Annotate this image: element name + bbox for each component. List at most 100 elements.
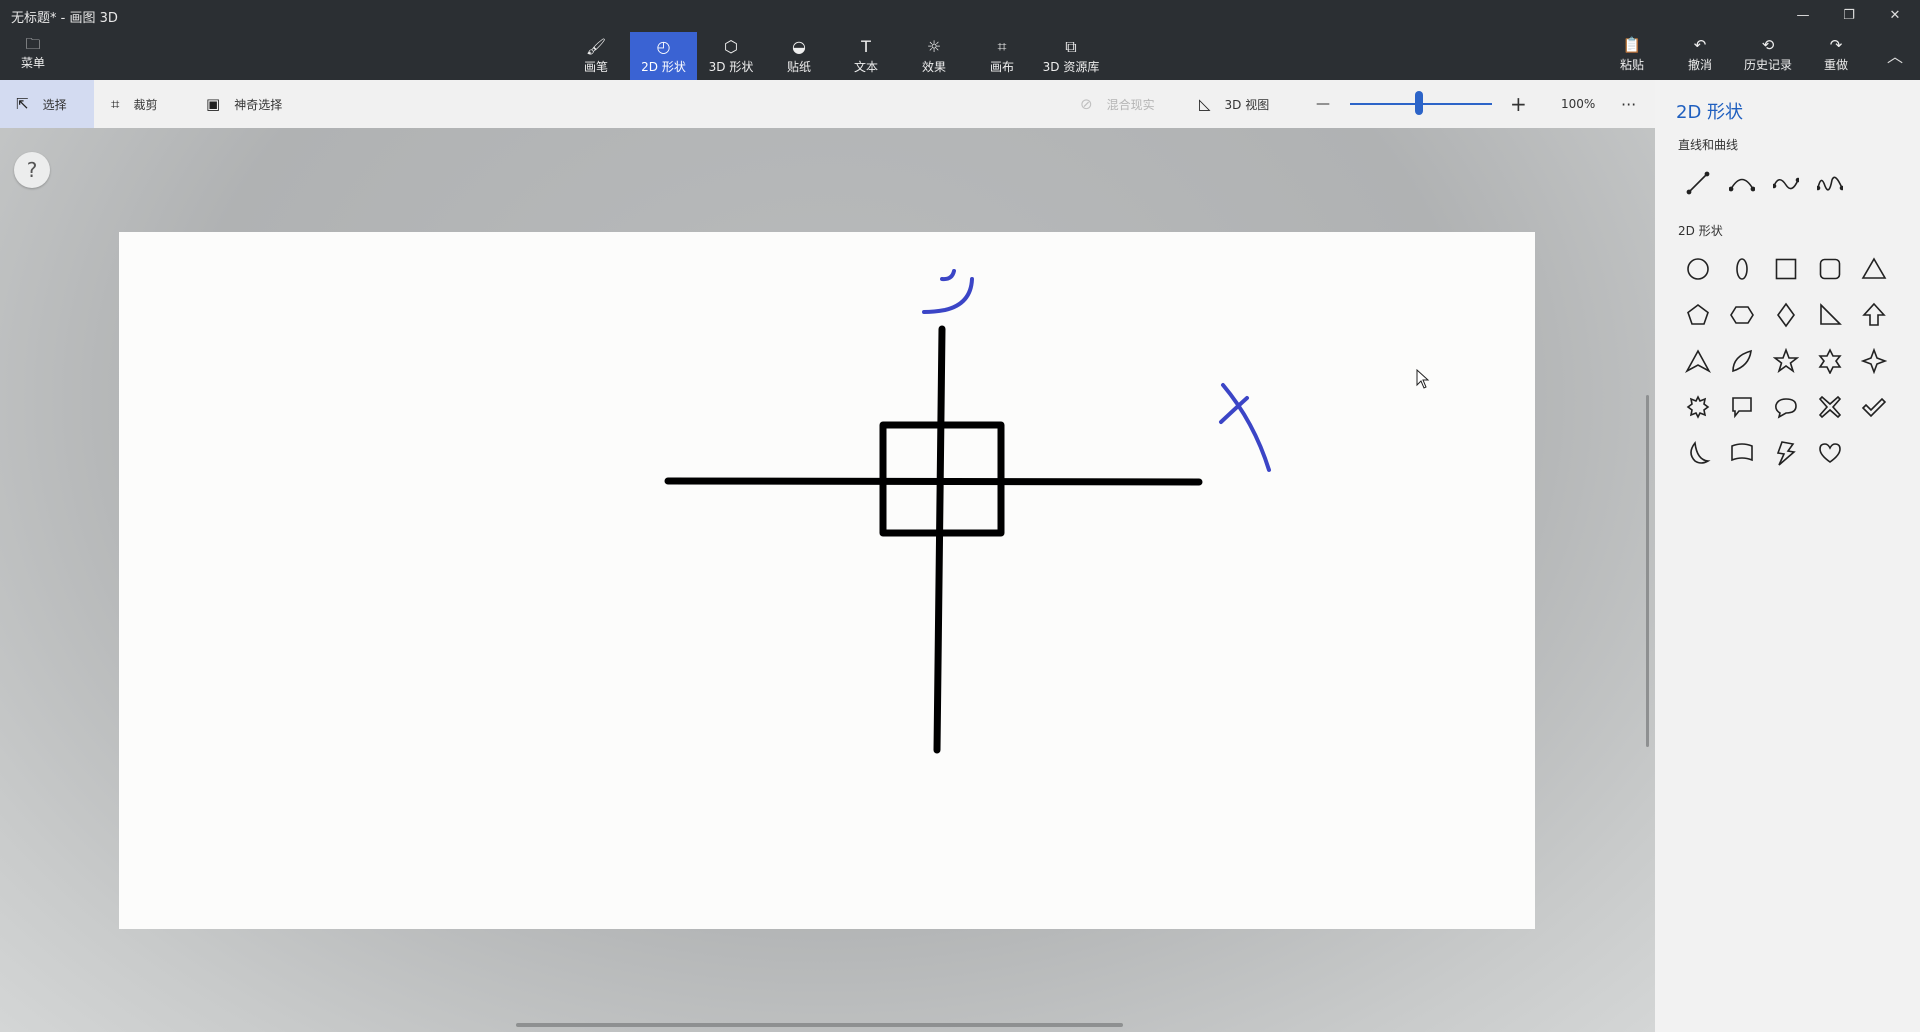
cursor-icon: ⇱ [16, 95, 29, 113]
tab-label: 3D 形状 [708, 60, 754, 74]
crop-tool[interactable]: ⌗ 裁剪 [111, 80, 157, 128]
horizontal-line [664, 477, 1203, 486]
panel-title: 2D 形状 [1676, 102, 1744, 123]
arrow-up-icon[interactable] [1857, 298, 1891, 332]
undo-label: 撤消 [1687, 58, 1712, 72]
y-label-stroke-1 [940, 269, 956, 282]
collapse-chevron-icon[interactable]: ︿ [1877, 42, 1913, 68]
3d-view-icon: ◺ [1199, 95, 1211, 113]
command-bar: 无标题* - 画图 3D — ❐ ✕ 🗀 菜单 🖌 画笔 ◴ 2D 形状 ⬡ 3… [0, 0, 1920, 80]
moon-icon[interactable] [1681, 436, 1715, 470]
select-label: 选择 [42, 97, 67, 112]
zoom-out-button[interactable]: — [1316, 80, 1330, 128]
paste-label: 粘贴 [1619, 58, 1644, 72]
minimize-button[interactable]: — [1785, 2, 1821, 28]
tab-label: 画布 [989, 60, 1014, 74]
shapes-heading: 2D 形状 [1678, 224, 1723, 238]
line-icon[interactable] [1681, 166, 1715, 200]
round-callout-icon[interactable] [1769, 390, 1803, 424]
x-mark-icon[interactable] [1813, 390, 1847, 424]
3d-library-icon: ⧉ [1065, 37, 1077, 56]
magic-select-icon: ▣ [206, 95, 221, 113]
window-title: 无标题* - 画图 3D [11, 11, 118, 26]
leaf-icon[interactable] [1725, 344, 1759, 378]
magic-select-label: 神奇选择 [234, 97, 283, 112]
2d-shapes-icon: ◴ [656, 37, 671, 56]
3d-view-label: 3D 视图 [1224, 97, 1270, 112]
four-point-curve-icon[interactable] [1813, 166, 1847, 200]
y-label-stroke-2 [922, 277, 974, 314]
magic-select-tool[interactable]: ▣ 神奇选择 [206, 80, 282, 128]
star-four-icon[interactable] [1857, 344, 1891, 378]
select-tool[interactable]: ⇱ 选择 [0, 80, 94, 128]
redo-label: 重做 [1823, 58, 1848, 72]
close-button[interactable]: ✕ [1877, 2, 1913, 28]
menu-label: 菜单 [20, 56, 45, 70]
curve-icon[interactable] [1725, 166, 1759, 200]
star-five-icon[interactable] [1769, 344, 1803, 378]
crop-icon: ⌗ [111, 95, 120, 113]
3d-view-button[interactable]: ◺ 3D 视图 [1199, 80, 1269, 128]
menu-button[interactable]: 🗀 菜单 [10, 36, 56, 76]
banner-icon[interactable] [1725, 436, 1759, 470]
brush-icon: 🖌 [585, 37, 607, 56]
tab-label: 画笔 [583, 60, 608, 74]
tab-effects[interactable]: ☼ 效果 [909, 32, 959, 80]
history-icon: ⟲ [1761, 36, 1775, 54]
tab-label: 3D 资源库 [1042, 60, 1100, 74]
rounded-square-icon[interactable] [1813, 252, 1847, 286]
more-button[interactable]: ··· [1621, 80, 1636, 128]
square-icon[interactable] [1769, 252, 1803, 286]
hexagon-icon[interactable] [1725, 298, 1759, 332]
tab-3d-shapes[interactable]: ⬡ 3D 形状 [706, 32, 756, 80]
vertical-scrollbar[interactable] [1646, 395, 1649, 747]
arrow-head-icon[interactable] [1681, 344, 1715, 378]
tab-label: 贴纸 [786, 60, 811, 74]
undo-icon: ↶ [1693, 36, 1707, 54]
redo-icon: ↷ [1829, 36, 1843, 54]
lightning-icon[interactable] [1769, 436, 1803, 470]
burst-icon[interactable] [1681, 390, 1715, 424]
zoom-in-button[interactable]: + [1510, 80, 1527, 128]
undo-button[interactable]: ↶ 撤消 [1680, 36, 1720, 80]
three-point-curve-icon[interactable] [1769, 166, 1803, 200]
tab-text[interactable]: T 文本 [841, 32, 891, 80]
tab-stickers[interactable]: ◒ 贴纸 [774, 32, 824, 80]
right-triangle-icon[interactable] [1813, 298, 1847, 332]
lines-heading: 直线和曲线 [1678, 138, 1739, 152]
folder-icon: 🗀 [25, 35, 41, 53]
crop-label: 裁剪 [133, 97, 158, 112]
check-mark-icon[interactable] [1857, 390, 1891, 424]
redo-button[interactable]: ↷ 重做 [1816, 36, 1856, 80]
tab-label: 效果 [921, 60, 946, 74]
tab-label: 文本 [853, 60, 878, 74]
triangle-icon[interactable] [1857, 252, 1891, 286]
zoom-percent[interactable]: 100% [1561, 80, 1595, 128]
tab-3d-library[interactable]: ⧉ 3D 资源库 [1038, 32, 1104, 80]
help-button[interactable]: ? [14, 152, 50, 188]
mixed-reality-button[interactable]: ⊘ 混合现实 [1080, 80, 1155, 128]
star-six-icon[interactable] [1813, 344, 1847, 378]
tab-canvas[interactable]: ⌗ 画布 [977, 32, 1027, 80]
clipboard-icon: 📋 [1622, 36, 1642, 54]
zoom-slider-thumb[interactable] [1415, 91, 1423, 115]
text-icon: T [861, 37, 871, 56]
canvas-drawing [664, 269, 1271, 754]
tab-2d-shapes[interactable]: ◴ 2D 形状 [630, 32, 697, 80]
shapes-panel: 2D 形状 直线和曲线 2D 形状 [1655, 80, 1920, 1032]
circle-icon[interactable] [1681, 252, 1715, 286]
square-callout-icon[interactable] [1725, 390, 1759, 424]
pentagon-icon[interactable] [1681, 298, 1715, 332]
history-label: 历史记录 [1743, 58, 1792, 72]
mixed-reality-icon: ⊘ [1080, 95, 1093, 113]
heart-icon[interactable] [1813, 436, 1847, 470]
vertical-line [933, 325, 946, 754]
paste-button[interactable]: 📋 粘贴 [1612, 36, 1652, 80]
ellipse-icon[interactable] [1725, 252, 1759, 286]
drawing-canvas[interactable] [119, 232, 1535, 929]
tab-brushes[interactable]: 🖌 画笔 [571, 32, 621, 80]
horizontal-scrollbar[interactable] [516, 1023, 1123, 1027]
diamond-icon[interactable] [1769, 298, 1803, 332]
restore-button[interactable]: ❐ [1831, 2, 1867, 28]
history-button[interactable]: ⟲ 历史记录 [1740, 36, 1796, 80]
